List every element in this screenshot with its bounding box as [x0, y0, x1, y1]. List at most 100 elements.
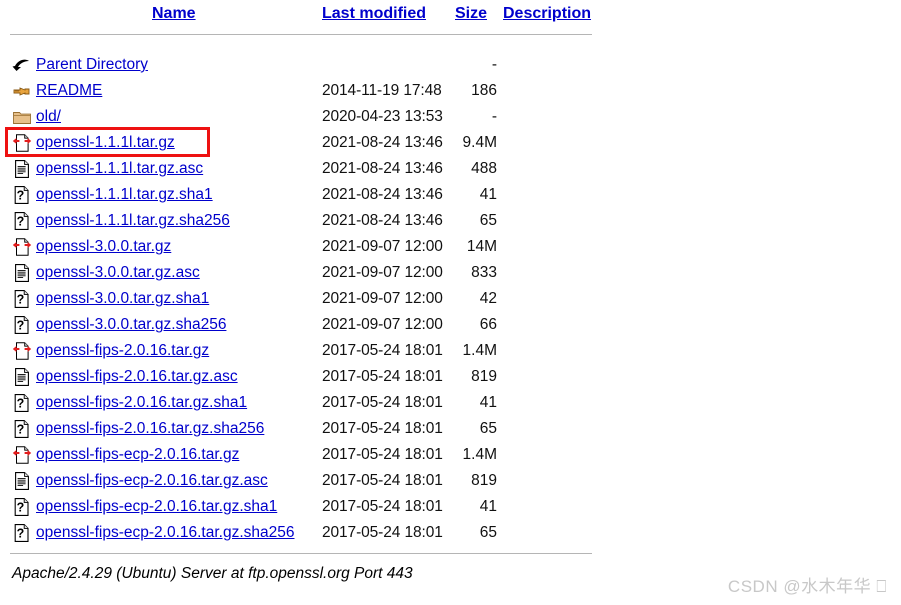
svg-text:?: ? — [17, 215, 25, 229]
table-row[interactable]: openssl-fips-2.0.16.tar.gz.asc 2017-05-24… — [0, 364, 901, 390]
table-row[interactable]: ? openssl-fips-2.0.16.tar.gz.sha256 2017-0… — [0, 416, 901, 442]
column-header-last-modified[interactable]: Last modified — [322, 0, 426, 28]
table-row[interactable]: ? openssl-fips-ecp-2.0.16.tar.gz.sha1 2017… — [0, 494, 901, 520]
file-link[interactable]: openssl-fips-2.0.16.tar.gz.sha1 — [36, 394, 247, 411]
file-link[interactable]: old/ — [36, 108, 61, 125]
table-row[interactable]: ? openssl-3.0.0.tar.gz.sha256 2021-09-07 1… — [0, 312, 901, 338]
table-row[interactable]: README 2014-11-19 17:48 186 — [0, 78, 901, 104]
file-name-cell: openssl-fips-2.0.16.tar.gz — [36, 338, 209, 364]
file-modified-cell: 2014-11-19 17:48 — [322, 82, 442, 99]
table-row[interactable]: openssl-1.1.1l.tar.gz.asc 2021-08-24 13:4… — [0, 156, 901, 182]
compressed-icon — [12, 237, 32, 257]
table-row[interactable]: openssl-fips-ecp-2.0.16.tar.gz.asc 2017-0… — [0, 468, 901, 494]
column-header-last-modified-link[interactable]: Last modified — [322, 5, 426, 22]
file-modified-cell: 2017-05-24 18:01 — [322, 498, 443, 515]
file-link[interactable]: openssl-fips-ecp-2.0.16.tar.gz.sha256 — [36, 524, 295, 541]
table-row[interactable]: old/2020-04-23 13:53 - — [0, 104, 901, 130]
file-size-cell: 41 — [479, 186, 497, 203]
file-modified-cell: 2021-09-07 12:00 — [322, 316, 443, 333]
file-name-cell: openssl-fips-2.0.16.tar.gz.sha256 — [36, 416, 264, 442]
compressed-icon — [12, 133, 32, 153]
server-signature: Apache/2.4.29 (Ubuntu) Server at ftp.ope… — [12, 565, 413, 582]
file-link[interactable]: openssl-fips-2.0.16.tar.gz.asc — [36, 368, 238, 385]
table-row[interactable]: ? openssl-fips-ecp-2.0.16.tar.gz.sha256 20… — [0, 520, 901, 546]
file-name-cell: old/ — [36, 104, 61, 130]
header-divider — [10, 34, 592, 35]
file-size-cell: 41 — [479, 394, 497, 411]
unknown-file-icon: ? — [12, 419, 32, 439]
file-name-cell: openssl-1.1.1l.tar.gz — [36, 130, 175, 156]
svg-text:?: ? — [17, 397, 25, 411]
file-link[interactable]: openssl-3.0.0.tar.gz — [36, 238, 171, 255]
table-row[interactable]: openssl-fips-ecp-2.0.16.tar.gz 2017-05-24… — [0, 442, 901, 468]
file-modified-cell: 2021-09-07 12:00 — [322, 264, 443, 281]
hand-pointing-icon — [12, 81, 32, 101]
back-arrow-icon — [12, 55, 32, 75]
folder-icon — [12, 107, 32, 127]
table-row[interactable]: ? openssl-1.1.1l.tar.gz.sha1 2021-08-24 13… — [0, 182, 901, 208]
table-row[interactable]: ? openssl-fips-2.0.16.tar.gz.sha1 2017-05-… — [0, 390, 901, 416]
file-size-cell: 186 — [471, 82, 497, 99]
column-header-name[interactable]: Name — [152, 0, 196, 28]
file-link[interactable]: openssl-3.0.0.tar.gz.asc — [36, 264, 200, 281]
file-link[interactable]: openssl-3.0.0.tar.gz.sha1 — [36, 290, 209, 307]
file-link[interactable]: openssl-1.1.1l.tar.gz.sha1 — [36, 186, 213, 203]
column-header-description-link[interactable]: Description — [503, 5, 591, 22]
file-size-cell: 66 — [479, 316, 497, 333]
csdn-watermark: CSDN @水木年华 ⎕ — [727, 577, 887, 596]
file-link[interactable]: openssl-3.0.0.tar.gz.sha256 — [36, 316, 226, 333]
file-size-cell: 14M — [466, 238, 497, 255]
column-header-name-link[interactable]: Name — [152, 5, 196, 22]
file-size-cell: 819 — [471, 472, 497, 489]
file-modified-cell: 2021-08-24 13:46 — [322, 212, 443, 229]
unknown-file-icon: ? — [12, 211, 32, 231]
svg-text:?: ? — [17, 527, 25, 541]
file-link[interactable]: openssl-1.1.1l.tar.gz.sha256 — [36, 212, 230, 229]
table-row[interactable]: Parent Directory - — [0, 52, 901, 78]
unknown-file-icon: ? — [12, 523, 32, 543]
column-header-description[interactable]: Description — [503, 0, 591, 28]
file-name-cell: openssl-3.0.0.tar.gz.sha256 — [36, 312, 226, 338]
file-name-cell: openssl-fips-ecp-2.0.16.tar.gz — [36, 442, 239, 468]
file-size-cell: 819 — [471, 368, 497, 385]
text-file-icon — [12, 263, 32, 283]
table-row[interactable]: openssl-fips-2.0.16.tar.gz 2017-05-24 18:… — [0, 338, 901, 364]
svg-text:?: ? — [17, 423, 25, 437]
file-modified-cell: 2017-05-24 18:01 — [322, 446, 443, 463]
text-file-icon — [12, 159, 32, 179]
file-modified-cell: 2017-05-24 18:01 — [322, 472, 443, 489]
file-link[interactable]: openssl-fips-ecp-2.0.16.tar.gz — [36, 446, 239, 463]
file-name-cell: openssl-3.0.0.tar.gz — [36, 234, 171, 260]
svg-text:?: ? — [17, 293, 25, 307]
file-link[interactable]: openssl-fips-2.0.16.tar.gz.sha256 — [36, 420, 264, 437]
file-modified-cell: 2017-05-24 18:01 — [322, 342, 443, 359]
file-modified-cell: 2020-04-23 13:53 — [322, 108, 443, 125]
table-row[interactable]: openssl-3.0.0.tar.gz 2021-09-07 12:00 14M — [0, 234, 901, 260]
file-link[interactable]: openssl-fips-2.0.16.tar.gz — [36, 342, 209, 359]
file-link[interactable]: openssl-fips-ecp-2.0.16.tar.gz.sha1 — [36, 498, 277, 515]
file-link[interactable]: Parent Directory — [36, 56, 148, 73]
table-row[interactable]: openssl-3.0.0.tar.gz.asc 2021-09-07 12:00… — [0, 260, 901, 286]
compressed-icon — [12, 341, 32, 361]
table-row[interactable]: ? openssl-3.0.0.tar.gz.sha1 2021-09-07 12:… — [0, 286, 901, 312]
svg-text:?: ? — [17, 501, 25, 515]
column-header-size-link[interactable]: Size — [455, 5, 487, 22]
table-row[interactable]: openssl-1.1.1l.tar.gz 2021-08-24 13:46 9.4… — [0, 130, 901, 156]
file-name-cell: openssl-fips-ecp-2.0.16.tar.gz.sha256 — [36, 520, 295, 546]
file-size-cell: 65 — [479, 524, 497, 541]
file-size-cell: 65 — [479, 420, 497, 437]
listing-header: Name Last modified Size Description — [0, 0, 901, 28]
file-modified-cell: 2017-05-24 18:01 — [322, 394, 443, 411]
file-link[interactable]: openssl-1.1.1l.tar.gz — [36, 134, 175, 151]
file-modified-cell: 2021-08-24 13:46 — [322, 186, 443, 203]
file-link[interactable]: openssl-fips-ecp-2.0.16.tar.gz.asc — [36, 472, 268, 489]
unknown-file-icon: ? — [12, 185, 32, 205]
file-size-cell: 9.4M — [462, 134, 497, 151]
table-row[interactable]: ? openssl-1.1.1l.tar.gz.sha256 2021-08-24 … — [0, 208, 901, 234]
file-link[interactable]: openssl-1.1.1l.tar.gz.asc — [36, 160, 203, 177]
file-name-cell: openssl-fips-ecp-2.0.16.tar.gz.asc — [36, 468, 268, 494]
file-link[interactable]: README — [36, 82, 102, 99]
file-modified-cell: 2017-05-24 18:01 — [322, 420, 443, 437]
file-name-cell: openssl-3.0.0.tar.gz.sha1 — [36, 286, 209, 312]
column-header-size[interactable]: Size — [455, 0, 487, 28]
